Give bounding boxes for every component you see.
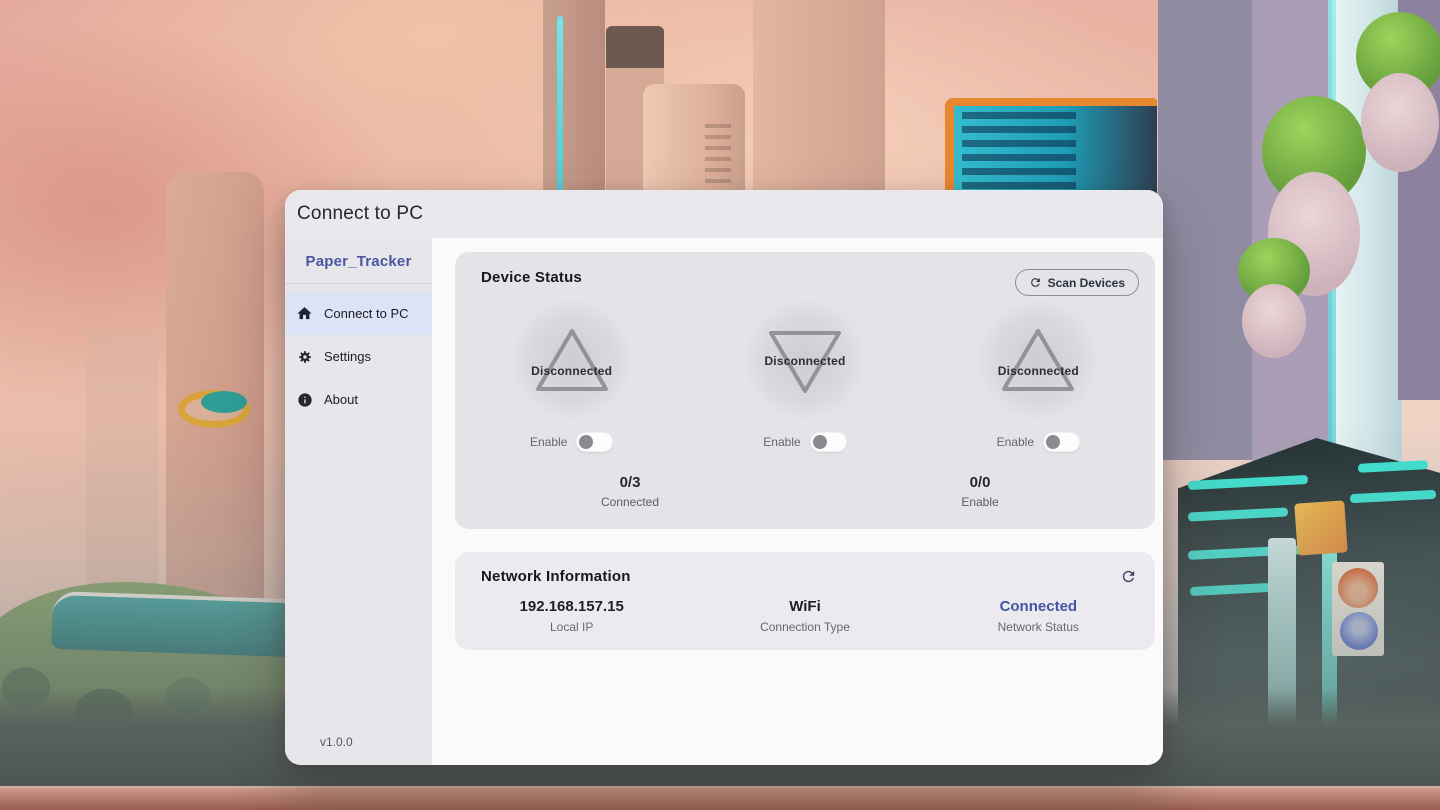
sidebar: Paper_Tracker Connect to PC (285, 238, 432, 765)
enable-toggle[interactable] (810, 432, 847, 452)
field-connection-type: WiFi Connection Type (688, 598, 921, 634)
triangle-up-icon (533, 326, 611, 394)
tracker-triangle-icon: Disconnected (514, 302, 630, 418)
app-version: v1.0.0 (285, 735, 432, 765)
field-label: Network Status (922, 620, 1155, 634)
toggle-knob (1046, 435, 1060, 449)
network-fields: 192.168.157.15 Local IP WiFi Connection … (455, 598, 1155, 634)
title-bar[interactable]: Connect to PC (285, 190, 1163, 238)
enable-label: Enable (530, 435, 567, 449)
network-refresh-button[interactable] (1120, 568, 1137, 585)
gear-icon (296, 348, 313, 365)
scan-devices-label: Scan Devices (1048, 276, 1125, 290)
scan-devices-button[interactable]: Scan Devices (1015, 269, 1139, 296)
foreground-railing (0, 786, 1440, 810)
device-status-label: Disconnected (966, 364, 1110, 378)
device-tracker-1: Disconnected Enable (455, 302, 688, 452)
field-label: Local IP (455, 620, 688, 634)
toggle-knob (579, 435, 593, 449)
sidebar-item-label: Connect to PC (324, 306, 409, 321)
device-status-label: Disconnected (500, 364, 644, 378)
enable-toggle[interactable] (576, 432, 613, 452)
stat-enabled: 0/0 Enable (805, 474, 1155, 509)
field-value: WiFi (688, 598, 921, 615)
main-content: Device Status Scan Devices Disconnected … (432, 238, 1163, 765)
device-stats: 0/3 Connected 0/0 Enable (455, 474, 1155, 529)
field-network-status: Connected Network Status (922, 598, 1155, 634)
window-title: Connect to PC (297, 203, 423, 225)
field-label: Connection Type (688, 620, 921, 634)
field-local-ip: 192.168.157.15 Local IP (455, 598, 688, 634)
tracker-triangle-icon: Disconnected (980, 302, 1096, 418)
stat-label: Connected (455, 495, 805, 509)
network-info-card: Network Information 192.168.157.15 Local… (455, 552, 1155, 650)
info-icon (296, 391, 313, 408)
refresh-icon (1120, 568, 1137, 585)
device-tracker-2: Disconnected Enable (688, 302, 921, 452)
device-list: Disconnected Enable Disconnected (455, 302, 1155, 452)
field-value: Connected (922, 598, 1155, 615)
app-window: Connect to PC Paper_Tracker Connect to P… (285, 190, 1163, 765)
sidebar-item-connect-to-pc[interactable]: Connect to PC (285, 292, 432, 335)
field-value: 192.168.157.15 (455, 598, 688, 615)
network-info-title: Network Information (481, 568, 631, 585)
device-status-title: Device Status (481, 269, 582, 286)
sidebar-item-settings[interactable]: Settings (285, 335, 432, 378)
triangle-up-icon (999, 326, 1077, 394)
enable-toggle[interactable] (1043, 432, 1080, 452)
toggle-knob (813, 435, 827, 449)
stat-connected: 0/3 Connected (455, 474, 805, 509)
stat-value: 0/0 (805, 474, 1155, 491)
enable-label: Enable (763, 435, 800, 449)
refresh-icon (1029, 276, 1042, 289)
device-status-label: Disconnected (733, 354, 877, 368)
app-name: Paper_Tracker (285, 238, 432, 284)
sidebar-item-label: About (324, 392, 358, 407)
device-status-card: Device Status Scan Devices Disconnected … (455, 252, 1155, 529)
stat-label: Enable (805, 495, 1155, 509)
sidebar-nav: Connect to PC (285, 292, 432, 421)
home-icon (296, 305, 313, 322)
stat-value: 0/3 (455, 474, 805, 491)
sidebar-item-about[interactable]: About (285, 378, 432, 421)
tracker-triangle-icon: Disconnected (747, 302, 863, 418)
enable-label: Enable (997, 435, 1034, 449)
sidebar-item-label: Settings (324, 349, 371, 364)
device-tracker-3: Disconnected Enable (922, 302, 1155, 452)
